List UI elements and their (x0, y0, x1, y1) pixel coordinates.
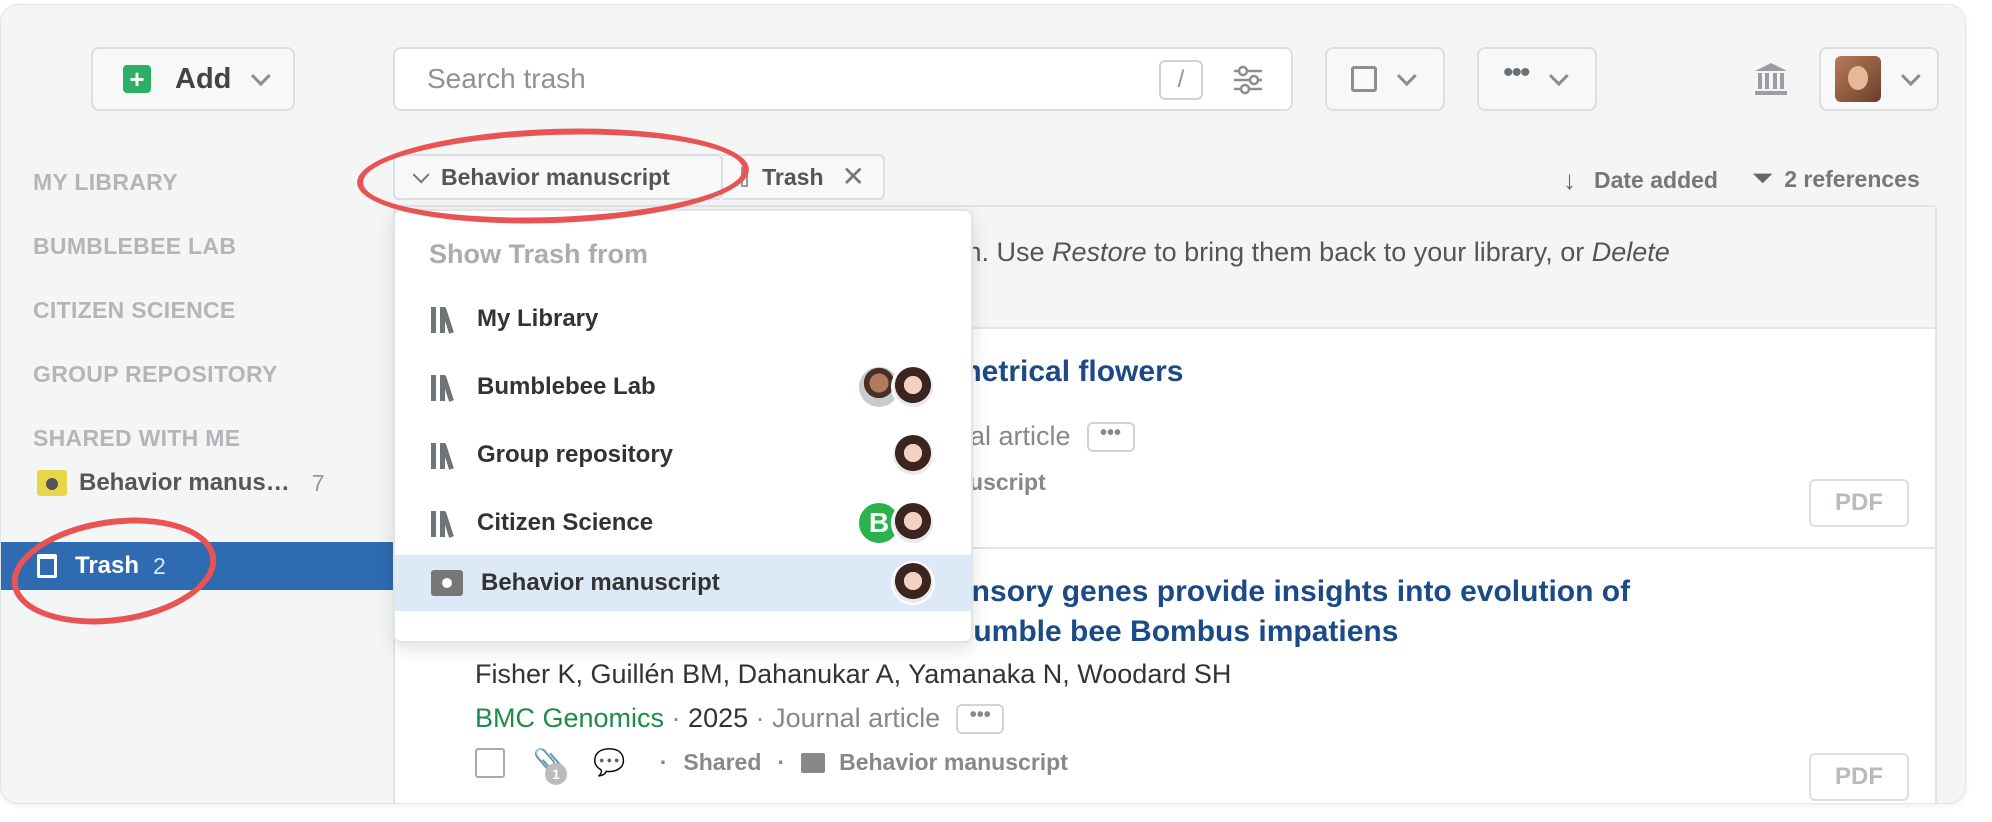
library-icon (431, 441, 459, 470)
sidebar-item-my-library[interactable]: MY LIBRARY (33, 169, 178, 196)
close-icon[interactable]: ✕ (842, 163, 865, 191)
journal-name: BMC Genomics (475, 703, 665, 733)
sidebar-item-bumblebee-lab[interactable]: BUMBLEBEE LAB (33, 233, 236, 260)
arrow-down-icon: ↓ (1563, 165, 1576, 195)
institution-icon[interactable] (1753, 61, 1789, 97)
shared-folder-icon (37, 470, 67, 496)
item-title[interactable]: metrical flowers (955, 355, 1183, 389)
item-status-row: 📎 1 💬 · Shared · Behavior manuscript (475, 747, 1068, 785)
item-meta: BMC Genomics · 2025 · Journal article ••… (475, 703, 1005, 734)
sort-button[interactable]: ↓ Date added (1563, 165, 1718, 196)
library-icon (431, 373, 459, 402)
chevron-down-icon (1548, 66, 1569, 87)
sidebar-item-label: Trash (75, 552, 140, 579)
item-year: 2025 (688, 703, 749, 733)
member-avatars (891, 561, 935, 605)
member-avatars: B (857, 501, 935, 545)
item-title-line-2[interactable]: bumble bee Bombus impatiens (955, 615, 1398, 649)
select-button[interactable] (1325, 47, 1445, 111)
dropdown-item-citizen-science[interactable]: Citizen Science B (395, 495, 971, 551)
dropdown-item-label: Citizen Science (477, 509, 654, 536)
breadcrumb-folder-label: Behavior manuscript (441, 163, 670, 190)
dropdown-item-label: Bumblebee Lab (477, 373, 656, 400)
member-avatars (857, 365, 935, 409)
references-filter[interactable]: ⏷ 2 references (1753, 165, 1920, 193)
shared-folder-icon (431, 570, 463, 596)
plus-icon: + (123, 65, 151, 93)
filter-icon: ⏷ (1753, 165, 1773, 192)
attachment-count: 1 (545, 763, 567, 785)
item-count: 7 (311, 469, 325, 496)
avatar (891, 433, 935, 477)
library-icon (431, 509, 459, 538)
avatar (891, 365, 935, 409)
add-label: Add (175, 62, 232, 95)
app-window: + Add / ••• MY LIBRA (0, 4, 1966, 804)
member-avatars (891, 433, 935, 477)
trash-source-dropdown: Show Trash from My Library Bumblebee Lab… (393, 209, 973, 643)
sidebar-item-group-repository[interactable]: GROUP REPOSITORY (33, 361, 278, 388)
item-type: Journal article (772, 703, 941, 733)
avatar (1835, 56, 1881, 102)
dropdown-heading: Show Trash from (429, 239, 649, 269)
ellipsis-icon[interactable]: ••• (956, 703, 1005, 734)
search-box: / (393, 47, 1293, 111)
checkbox-icon (1351, 66, 1377, 92)
item-folder: Behavior manuscript (839, 749, 1068, 775)
avatar (891, 561, 935, 605)
avatar (891, 501, 935, 545)
dropdown-item-label: Behavior manuscript (481, 569, 720, 596)
sidebar-item-behavior-manuscript[interactable]: Behavior manus… 7 (37, 469, 325, 497)
search-input[interactable] (427, 63, 1127, 95)
item-authors: Fisher K, Guillén BM, Dahanukar A, Yaman… (475, 659, 1232, 689)
dropdown-item-my-library[interactable]: My Library (395, 291, 971, 347)
sidebar-item-shared-with-me[interactable]: SHARED WITH ME (33, 425, 240, 452)
pdf-button[interactable]: PDF (1809, 753, 1909, 801)
trash-icon (37, 554, 57, 578)
breadcrumb-trash: Trash ✕ (723, 154, 885, 200)
ellipsis-icon: ••• (1503, 56, 1530, 89)
trash-info-text: sh. Use Restore to bring them back to yo… (953, 237, 1670, 267)
add-button[interactable]: + Add (91, 47, 295, 111)
item-meta: nal article ••• (955, 421, 1135, 452)
dropdown-item-behavior-manuscript[interactable]: Behavior manuscript (395, 555, 971, 611)
filters-icon[interactable] (1231, 63, 1265, 97)
dropdown-item-group-repository[interactable]: Group repository (395, 427, 971, 483)
dropdown-item-bumblebee-lab[interactable]: Bumblebee Lab (395, 359, 971, 415)
chevron-down-icon (1396, 66, 1417, 87)
chevron-down-icon (412, 166, 430, 184)
references-count: 2 references (1784, 165, 1920, 192)
ellipsis-icon[interactable]: ••• (1086, 421, 1135, 452)
sidebar-item-citizen-science[interactable]: CITIZEN SCIENCE (33, 297, 236, 324)
dropdown-item-label: Group repository (477, 441, 674, 468)
slash-shortcut-hint: / (1159, 60, 1203, 100)
item-title[interactable]: ensory genes provide insights into evolu… (955, 575, 1630, 609)
breadcrumb-library-selector[interactable]: Behavior manuscript (393, 154, 723, 200)
item-count: 2 (153, 552, 166, 579)
pdf-button[interactable]: PDF (1809, 479, 1909, 527)
note-icon[interactable] (475, 747, 505, 778)
breadcrumb-trash-label: Trash (762, 163, 824, 190)
sidebar-item-trash[interactable]: Trash 2 (1, 542, 393, 590)
shared-label: Shared (683, 749, 762, 775)
sort-label: Date added (1594, 167, 1718, 193)
trash-icon (741, 167, 749, 187)
attachment-icon[interactable]: 📎 1 (533, 747, 567, 785)
sidebar-item-label: Behavior manus… (79, 469, 290, 496)
shared-folder-icon (801, 752, 826, 773)
chevron-down-icon (1900, 66, 1921, 87)
more-actions-button[interactable]: ••• (1477, 47, 1597, 111)
chevron-down-icon (251, 66, 272, 87)
user-menu-button[interactable] (1819, 47, 1939, 111)
library-icon (431, 305, 459, 334)
dropdown-item-label: My Library (477, 305, 599, 332)
comment-icon[interactable]: 💬 (593, 747, 625, 778)
